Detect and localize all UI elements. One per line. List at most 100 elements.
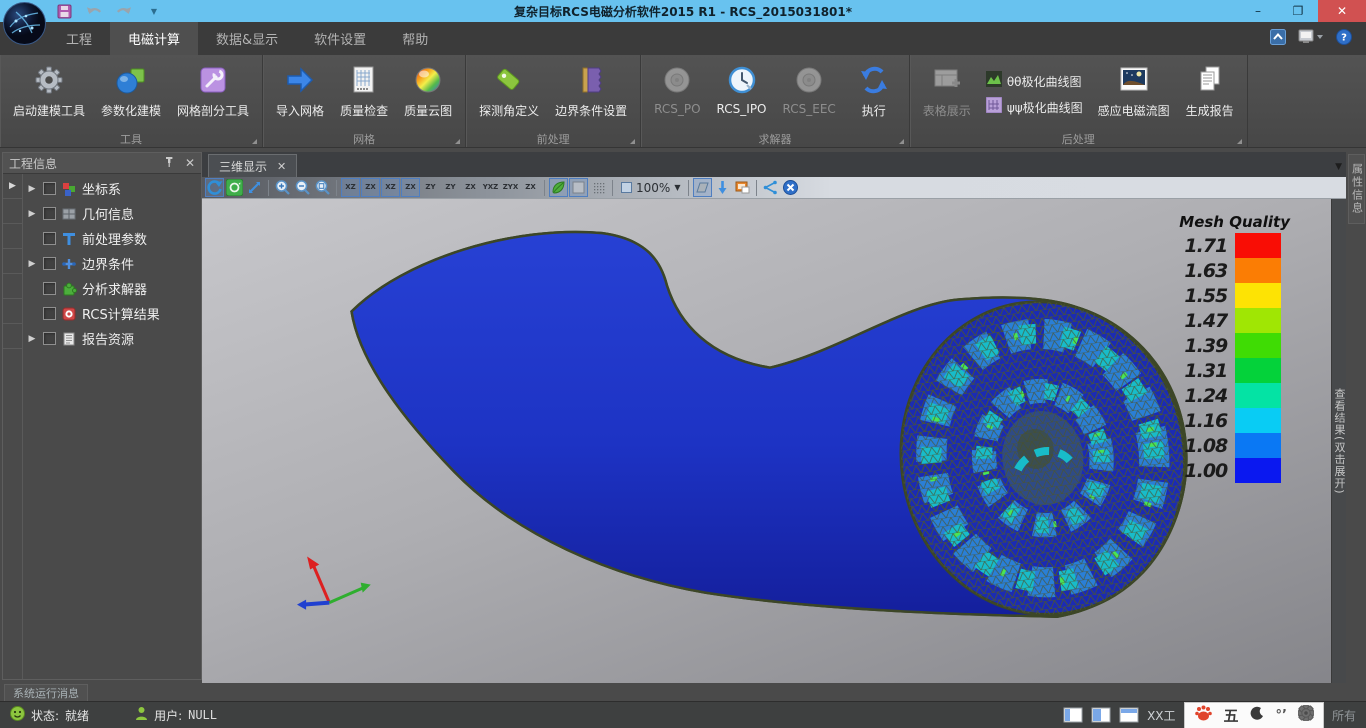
- down-button[interactable]: [713, 178, 732, 197]
- menu-tab-3[interactable]: 数据&显示: [198, 22, 296, 55]
- ribbon-button[interactable]: 启动建模工具: [6, 58, 92, 130]
- tree-item-5[interactable]: 分析求解器: [24, 276, 201, 301]
- view-orientation-zx-button[interactable]: ZX: [401, 178, 420, 197]
- menu-tab-2[interactable]: 电磁计算: [110, 22, 198, 55]
- tab-system-messages[interactable]: 系统运行消息: [4, 684, 88, 701]
- ime-toolbar[interactable]: 五 °’: [1184, 702, 1324, 728]
- pan-button[interactable]: [245, 178, 264, 197]
- expander-icon[interactable]: ▶: [26, 209, 38, 219]
- tree-checkbox[interactable]: [43, 307, 56, 320]
- ime-settings-gear-icon[interactable]: [1298, 705, 1314, 725]
- ime-logo-icon[interactable]: [1194, 704, 1213, 726]
- ime-moon-icon[interactable]: [1250, 706, 1265, 725]
- ribbon-button[interactable]: 感应电磁流图: [1091, 58, 1177, 130]
- help-icon[interactable]: ?: [1336, 29, 1352, 49]
- ribbon-button[interactable]: 执行: [845, 58, 903, 130]
- expander-icon[interactable]: ▶: [26, 334, 38, 344]
- ribbon-button[interactable]: 探测角定义: [472, 58, 546, 130]
- table-icon: [930, 60, 964, 100]
- ribbon-group-1: 启动建模工具 参数化建模 网格剖分工具工具: [0, 55, 263, 147]
- tree-checkbox[interactable]: [43, 232, 56, 245]
- view-orientation-zx-button[interactable]: ZX: [461, 178, 480, 197]
- tree-item-3[interactable]: 前处理参数: [24, 226, 201, 251]
- zoom-level-select[interactable]: 100%▼: [617, 178, 684, 197]
- view-orientation-xz-button[interactable]: XZ: [381, 178, 400, 197]
- ribbon-button[interactable]: 质量云图: [397, 58, 459, 130]
- minimize-button[interactable]: –: [1238, 0, 1278, 22]
- layout-top-panel-icon[interactable]: [1119, 707, 1139, 724]
- ribbon-button[interactable]: 生成报告: [1179, 58, 1241, 130]
- dots-button[interactable]: [589, 178, 608, 197]
- layout-left-panel-icon[interactable]: [1063, 707, 1083, 724]
- tree-checkbox[interactable]: [43, 282, 56, 295]
- share-button[interactable]: [761, 178, 780, 197]
- zoom-out-button[interactable]: [293, 178, 312, 197]
- tree-item-7[interactable]: ▶报告资源: [24, 326, 201, 351]
- group-expand-icon[interactable]: [899, 139, 904, 144]
- view-orientation-zy-button[interactable]: ZY: [421, 178, 440, 197]
- leaf-button[interactable]: [549, 178, 568, 197]
- ribbon-button-small[interactable]: θθ极化曲线图: [986, 71, 1083, 91]
- zoom-fit-button[interactable]: [313, 178, 332, 197]
- view-orientation-zx-button[interactable]: ZX: [521, 178, 540, 197]
- tree-item-4[interactable]: ▶边界条件: [24, 251, 201, 276]
- restore-button[interactable]: ❐: [1278, 0, 1318, 22]
- collapse-ribbon-icon[interactable]: [1270, 29, 1286, 49]
- ribbon-button-small[interactable]: ψψ极化曲线图: [986, 97, 1083, 117]
- menu-tab-4[interactable]: 软件设置: [296, 22, 384, 55]
- menu-tab-5[interactable]: 帮助: [384, 22, 446, 55]
- window-button[interactable]: [733, 178, 752, 197]
- legend-swatch: [1235, 283, 1281, 308]
- view-orientation-zyx-button[interactable]: ZYX: [501, 178, 520, 197]
- app-logo-icon[interactable]: [2, 1, 47, 46]
- ribbon-button[interactable]: 导入网格: [269, 58, 331, 130]
- tree-item-1[interactable]: ▶坐标系: [24, 176, 201, 201]
- expander-icon[interactable]: ▶: [26, 184, 38, 194]
- tab-list-caret-icon[interactable]: ▼: [1335, 162, 1342, 172]
- group-expand-icon[interactable]: [455, 139, 460, 144]
- clock-icon: [725, 60, 759, 100]
- expander-icon[interactable]: ▶: [26, 259, 38, 269]
- zoom-in-button[interactable]: [273, 178, 292, 197]
- tree-item-6[interactable]: RCS计算结果: [24, 301, 201, 326]
- close-tab-icon[interactable]: ✕: [277, 160, 286, 173]
- ime-mode-label[interactable]: 五: [1224, 705, 1239, 726]
- group-expand-icon[interactable]: [252, 139, 257, 144]
- closec-button[interactable]: [781, 178, 800, 197]
- ribbon-button[interactable]: 边界条件设置: [548, 58, 634, 130]
- gutter-cell: [3, 249, 22, 274]
- display-options-icon[interactable]: [1298, 29, 1324, 49]
- ime-punctuation-label[interactable]: °’: [1276, 708, 1287, 723]
- param-icon: [114, 60, 148, 100]
- ribbon-button[interactable]: 网格剖分工具: [170, 58, 256, 130]
- tree-checkbox[interactable]: [43, 332, 56, 345]
- tree-item-2[interactable]: ▶几何信息: [24, 201, 201, 226]
- close-button[interactable]: ✕: [1318, 0, 1366, 22]
- ribbon-button[interactable]: 质量检查: [333, 58, 395, 130]
- tree-checkbox[interactable]: [43, 257, 56, 270]
- panel-close-icon[interactable]: ✕: [185, 156, 195, 170]
- orbit-button[interactable]: [225, 178, 244, 197]
- menu-tab-1[interactable]: 工程: [48, 22, 110, 55]
- view-orientation-zy-button[interactable]: ZY: [441, 178, 460, 197]
- tab-3d-view[interactable]: 三维显示 ✕: [208, 154, 297, 177]
- results-collapsed-panel[interactable]: 查看结果(双击展开): [1331, 199, 1346, 683]
- view-orientation-yxz-button[interactable]: YXZ: [481, 178, 500, 197]
- tree-checkbox[interactable]: [43, 207, 56, 220]
- shaded-button[interactable]: [569, 178, 588, 197]
- viewport-3d[interactable]: Mesh Quality 1.711.631.551.471.391.311.2…: [202, 199, 1346, 683]
- tree-checkbox[interactable]: [43, 182, 56, 195]
- ribbon-button[interactable]: RCS_IPO: [710, 58, 774, 130]
- group-expand-icon[interactable]: [630, 139, 635, 144]
- mesh-model[interactable]: [202, 199, 1346, 683]
- view-orientation-xz-button[interactable]: XZ: [341, 178, 360, 197]
- ribbon-button[interactable]: 参数化建模: [94, 58, 168, 130]
- group-expand-icon[interactable]: [1237, 139, 1242, 144]
- clip-button[interactable]: [693, 178, 712, 197]
- view-orientation-zx-button[interactable]: ZX: [361, 178, 380, 197]
- tab-property-info[interactable]: 属性信息: [1348, 154, 1365, 224]
- pin-icon[interactable]: [163, 156, 175, 171]
- layout-split-panel-icon[interactable]: [1091, 707, 1111, 724]
- rotate-button[interactable]: [205, 178, 224, 197]
- meshtool-icon: [196, 60, 230, 100]
